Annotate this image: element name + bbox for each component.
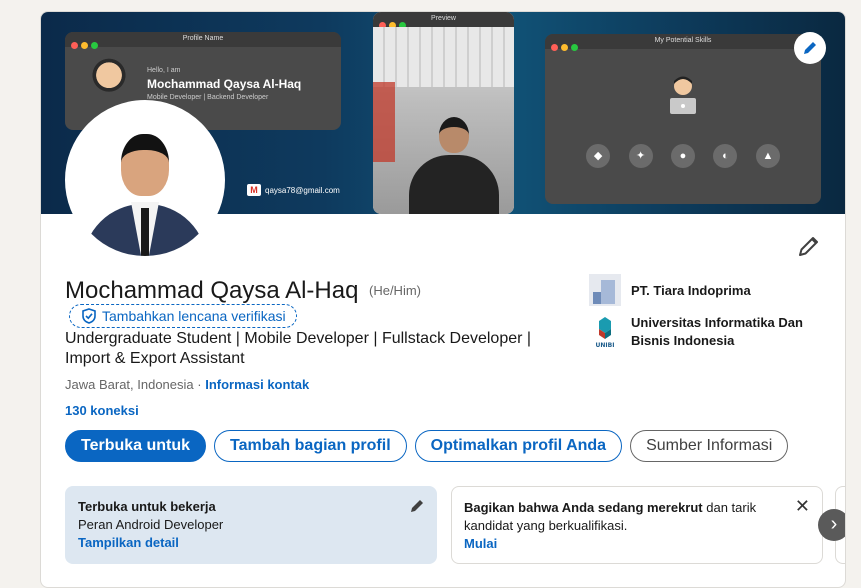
kotlin-icon: ◐ <box>713 144 738 168</box>
optimize-profile-button[interactable]: Optimalkan profil Anda <box>414 430 623 462</box>
edit-banner-button[interactable] <box>794 32 826 64</box>
gmail-icon: M <box>247 184 261 196</box>
contact-info-link[interactable]: Informasi kontak <box>205 377 309 392</box>
preview-person <box>409 107 499 214</box>
person-body <box>409 155 499 214</box>
org-item-company[interactable]: PT. Tiara Indoprima <box>589 274 751 306</box>
window-title: Preview <box>431 15 456 22</box>
apple-icon: ● <box>671 144 695 168</box>
profile-actions: Terbuka untuk Tambah bagian profil Optim… <box>65 430 789 462</box>
shield-check-icon <box>82 308 96 324</box>
resources-button[interactable]: Sumber Informasi <box>630 430 789 462</box>
banner-email: M qaysa78@gmail.com <box>247 184 340 196</box>
company-logo-icon <box>589 274 621 306</box>
banner-email-text: qaysa78@gmail.com <box>265 185 340 195</box>
pencil-icon <box>804 42 816 54</box>
org-item-university[interactable]: UNIBI Universitas Informatika Dan Bisnis… <box>589 314 821 350</box>
open-to-work-panel[interactable]: Terbuka untuk bekerja Peran Android Deve… <box>65 486 437 564</box>
university-name: Universitas Informatika Dan Bisnis Indon… <box>631 315 803 348</box>
company-name: PT. Tiara Indoprima <box>631 282 751 298</box>
memoji-laptop-icon <box>670 76 696 114</box>
banner-role: Mobile Developer | Backend Developer <box>147 94 269 101</box>
banner-window-skills: My Potential Skills ◆ ✦ ● ◐ ▲ <box>545 34 821 204</box>
open-to-work-title: Terbuka untuk bekerja <box>78 499 216 514</box>
carousel-next-button[interactable]: › <box>818 509 845 541</box>
profile-name: Mochammad Qaysa Al-Haq <box>65 277 359 304</box>
memoji-avatar <box>87 56 131 104</box>
avatar-face <box>121 134 169 196</box>
profile-location-row: Jawa Barat, Indonesia · Informasi kontak <box>65 377 309 392</box>
show-details-link[interactable]: Tampilkan detail <box>78 534 424 552</box>
add-verification-badge-button[interactable]: Tambahkan lencana verifikasi <box>69 304 297 328</box>
profile-card: Profile Name Hello, I am Mochammad Qaysa… <box>40 11 846 588</box>
add-profile-section-button[interactable]: Tambah bagian profil <box>214 430 407 462</box>
open-to-button[interactable]: Terbuka untuk <box>65 430 207 462</box>
avatar-tie <box>141 208 149 256</box>
profile-pronouns: (He/Him) <box>369 283 421 298</box>
profile-location: Jawa Barat, Indonesia <box>65 377 194 392</box>
hiring-bold: Bagikan bahwa Anda sedang merekrut <box>464 500 703 515</box>
profile-headline: Undergraduate Student | Mobile Developer… <box>65 330 532 367</box>
window-bar: Preview <box>373 12 514 29</box>
university-logo-icon: UNIBI <box>596 317 615 349</box>
banner-hello: Hello, I am <box>147 67 181 74</box>
edit-open-to-work-pencil-icon[interactable] <box>409 498 425 514</box>
svg-text:UNIBI: UNIBI <box>596 342 615 349</box>
banner-name: Mochammad Qaysa Al-Haq <box>147 77 302 91</box>
location-separator: · <box>193 377 206 392</box>
hiring-panel: Bagikan bahwa Anda sedang merekrut dan t… <box>451 486 823 564</box>
preview-photo <box>373 27 514 214</box>
window-bar: My Potential Skills <box>545 34 821 51</box>
flutter-icon: ◆ <box>586 144 611 168</box>
verify-label: Tambahkan lencana verifikasi <box>102 308 286 324</box>
profile-avatar[interactable] <box>65 100 225 260</box>
banner-window-preview: Preview <box>373 12 514 214</box>
laravel-icon: ▲ <box>755 144 780 168</box>
ceiling <box>373 27 514 87</box>
close-icon[interactable]: ✕ <box>795 497 810 515</box>
red-wall <box>373 82 395 162</box>
window-bar: Profile Name <box>65 32 341 49</box>
open-to-work-role: Peran Android Developer <box>78 517 224 532</box>
hiring-text: Bagikan bahwa Anda sedang merekrut dan t… <box>464 499 782 535</box>
start-link[interactable]: Mulai <box>464 535 782 553</box>
skill-icons: ◆ ✦ ● ◐ ▲ <box>545 144 821 168</box>
edit-profile-pencil-icon[interactable] <box>797 234 821 258</box>
android-studio-icon: ✦ <box>628 144 653 168</box>
person-head <box>439 117 469 153</box>
window-title: My Potential Skills <box>654 37 712 44</box>
window-title: Profile Name <box>182 35 224 42</box>
connections-link[interactable]: 130 koneksi <box>65 403 139 418</box>
